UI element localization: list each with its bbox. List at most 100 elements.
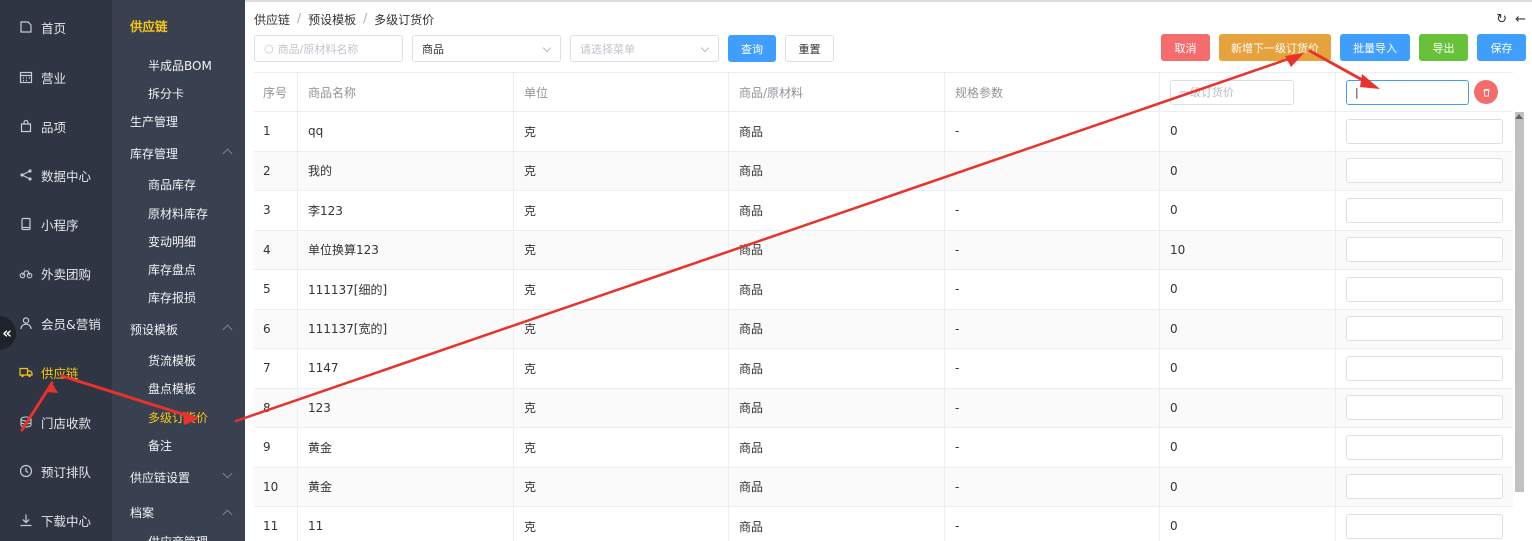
save-button[interactable]: 保存 <box>1477 34 1526 61</box>
price-level-1-name-input[interactable]: 一级订货价 <box>1170 79 1294 105</box>
submenu-item-loss[interactable]: 库存报损 <box>148 289 196 306</box>
price-level-2-input[interactable] <box>1346 395 1503 421</box>
reset-button[interactable]: 重置 <box>785 35 834 62</box>
price-level-2-input[interactable] <box>1346 197 1503 223</box>
row-no-cell: 6 <box>254 309 298 348</box>
menu-select[interactable]: 请选择菜单 <box>570 35 719 62</box>
submenu-group-settings[interactable]: 供应链设置 <box>130 469 190 486</box>
table-scrollbar[interactable] <box>1515 112 1524 492</box>
back-arrow-icon[interactable]: ← <box>1515 12 1526 27</box>
product-name-cell: 李123 <box>298 191 514 230</box>
phone-icon <box>19 217 33 231</box>
submenu-item-material-stock[interactable]: 原材料库存 <box>148 205 208 222</box>
breadcrumb-item[interactable]: 供应链 <box>254 11 290 28</box>
price-level-2-cell <box>1336 270 1513 309</box>
nav-label: 下载中心 <box>41 513 92 529</box>
unit-cell: 克 <box>514 388 729 427</box>
price-level-2-input[interactable] <box>1346 355 1503 381</box>
price-level-2-input[interactable] <box>1346 474 1503 500</box>
submenu-item-bom[interactable]: 半成品BOM <box>148 57 212 74</box>
price-level-2-input[interactable] <box>1346 158 1503 184</box>
unit-cell: 克 <box>514 230 729 269</box>
price-level-2-input[interactable] <box>1346 118 1503 144</box>
price-level-2-input[interactable] <box>1346 434 1503 460</box>
submenu-item-flow-template[interactable]: 货流模板 <box>148 352 196 369</box>
add-next-level-price-button[interactable]: 新增下一级订货价 <box>1219 34 1331 61</box>
unit-cell: 克 <box>514 428 729 467</box>
submenu-item-remark[interactable]: 备注 <box>148 437 172 454</box>
nav-item-supply-chain[interactable]: 供应链 <box>0 352 112 392</box>
submenu-group-production[interactable]: 生产管理 <box>130 113 178 130</box>
nav-item-data-center[interactable]: 数据中心 <box>0 155 112 195</box>
batch-import-button[interactable]: 批量导入 <box>1340 34 1410 61</box>
row-no-cell: 1 <box>254 112 298 151</box>
nav-item-home[interactable]: 首页 <box>0 7 112 47</box>
product-name-cell: 我的 <box>298 151 514 190</box>
table-row: 9 黄金克商品 -0 <box>254 428 1513 468</box>
refresh-icon[interactable]: ↻ <box>1496 12 1507 27</box>
price-level-2-input[interactable] <box>1346 276 1503 302</box>
price-level-2-input[interactable] <box>1346 513 1503 539</box>
price-level-2-input[interactable] <box>1346 316 1503 342</box>
nav-item-business[interactable]: 营业 <box>0 57 112 97</box>
query-button[interactable]: 查询 <box>728 35 776 62</box>
nav-item-store-payment[interactable]: 门店收款 <box>0 402 112 442</box>
search-icon: ○ <box>264 42 274 55</box>
page-top-icons: ↻ ← <box>1496 12 1526 27</box>
breadcrumb-item[interactable]: 预设模板 <box>308 11 356 28</box>
submenu-item-goods-stock[interactable]: 商品库存 <box>148 176 196 193</box>
price-level-2-cell <box>1336 389 1513 428</box>
spec-cell: - <box>945 112 1160 151</box>
submenu-group-archive[interactable]: 档案 <box>130 504 154 521</box>
price-level-2-input[interactable] <box>1346 237 1503 263</box>
table-row: 4 单位换算123 克商品 -10 <box>254 230 1513 270</box>
price-level-2-cell <box>1336 112 1513 151</box>
row-no-cell: 10 <box>254 467 298 506</box>
submenu-item-supplier[interactable]: 供应商管理 <box>148 533 208 541</box>
submenu-item-change-detail[interactable]: 变动明细 <box>148 233 196 250</box>
chevron-down-icon <box>700 43 710 53</box>
row-no-cell: 11 <box>254 507 298 541</box>
type-select[interactable]: 商品 <box>412 35 561 62</box>
row-no-cell: 2 <box>254 151 298 190</box>
submenu-item-stocktake[interactable]: 库存盘点 <box>148 261 196 278</box>
export-button[interactable]: 导出 <box>1419 34 1468 61</box>
submenu-item-split-card[interactable]: 拆分卡 <box>148 85 184 102</box>
price-level-2-name-input[interactable]: | <box>1346 79 1469 105</box>
submenu-title: 供应链 <box>130 19 168 34</box>
delete-level-button[interactable] <box>1474 80 1498 104</box>
price-level-2-cell <box>1336 428 1513 467</box>
spec-cell: - <box>945 388 1160 427</box>
submenu-item-multi-price[interactable]: 多级订货价 <box>148 409 208 426</box>
submenu-group-inventory[interactable]: 库存管理 <box>130 145 178 162</box>
col-header-type: 商品/原材料 <box>729 73 945 111</box>
price-level-1-cell: 0 <box>1160 388 1336 427</box>
item-type-cell: 商品 <box>729 388 945 427</box>
product-name-cell: 123 <box>298 388 514 427</box>
trash-icon <box>1482 88 1490 97</box>
col-header-unit: 单位 <box>514 73 729 111</box>
cancel-button[interactable]: 取消 <box>1161 34 1210 61</box>
col-header-spec: 规格参数 <box>945 73 1160 111</box>
price-level-1-cell: 0 <box>1160 270 1336 309</box>
price-level-2-cell <box>1336 152 1513 191</box>
nav-item-mini-program[interactable]: 小程序 <box>0 204 112 244</box>
spec-cell: - <box>945 507 1160 541</box>
nav-item-delivery[interactable]: 外卖团购 <box>0 253 112 293</box>
table-row: 3 李123 克商品 -0 <box>254 191 1513 231</box>
truck-icon <box>19 365 33 379</box>
submenu-item-check-template[interactable]: 盘点模板 <box>148 380 196 397</box>
chevron-up-icon <box>222 148 233 159</box>
scroll-up-arrow-icon[interactable] <box>1515 114 1523 119</box>
nav-item-member[interactable]: 会员&营销 <box>0 303 112 343</box>
unit-cell: 克 <box>514 112 729 151</box>
nav-item-reservation[interactable]: 预订排队 <box>0 451 112 491</box>
search-input[interactable]: ○ 商品/原材料名称 <box>254 35 403 62</box>
nav-item-download-center[interactable]: 下载中心 <box>0 500 112 540</box>
nav-label: 小程序 <box>41 217 79 233</box>
item-type-cell: 商品 <box>729 112 945 151</box>
table-row: 2 我的克商品 0 <box>254 151 1513 191</box>
submenu-group-preset[interactable]: 预设模板 <box>130 321 178 338</box>
spec-cell: - <box>945 309 1160 348</box>
nav-item-products[interactable]: 品项 <box>0 106 112 146</box>
